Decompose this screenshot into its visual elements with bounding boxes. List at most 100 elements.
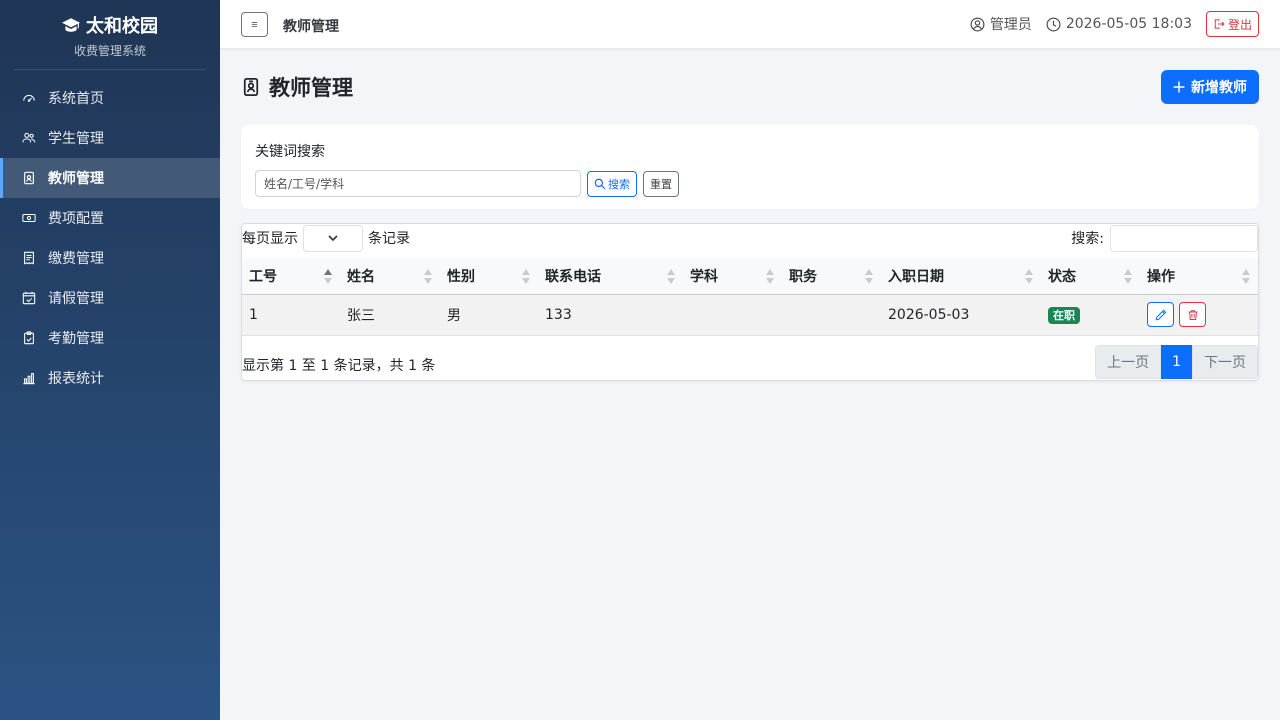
person-badge-icon <box>22 171 36 185</box>
table-filter-input[interactable] <box>1110 224 1258 252</box>
filter-label: 搜索: <box>1071 231 1104 247</box>
sidebar-item-label: 系统首页 <box>48 91 104 107</box>
column-header-subject[interactable]: 学科 <box>683 258 782 295</box>
top-bar: ≡ 教师管理 管理员 2026-05-05 18:03 登出 <box>220 0 1280 49</box>
sidebar-item-leave[interactable]: 请假管理 <box>0 278 220 318</box>
page-number-button[interactable]: 1 <box>1161 344 1192 379</box>
sidebar-item-teachers[interactable]: 教师管理 <box>0 158 220 198</box>
bar-chart-icon <box>22 371 36 385</box>
sidebar-item-attendance[interactable]: 考勤管理 <box>0 318 220 358</box>
length-prefix: 每页显示 <box>242 231 298 247</box>
row-actions <box>1147 302 1251 327</box>
search-row: 搜索 重置 <box>255 170 1245 197</box>
column-header-id[interactable]: 工号 <box>242 258 340 295</box>
speedometer-icon <box>22 91 36 105</box>
main-content: 教师管理 新增教师 关键词搜索 搜索 重置 每页显示 条记录 <box>241 70 1259 381</box>
page-title-text: 教师管理 <box>269 76 353 100</box>
length-suffix: 条记录 <box>368 231 410 247</box>
column-label: 性别 <box>447 268 475 285</box>
column-header-name[interactable]: 姓名 <box>340 258 440 295</box>
receipt-icon <box>22 251 36 265</box>
cell-id: 1 <box>242 294 340 336</box>
graduation-cap-icon <box>62 18 80 32</box>
sidebar-item-label: 报表统计 <box>48 371 104 387</box>
menu-toggle-button[interactable]: ≡ <box>241 12 268 37</box>
sort-icon <box>667 269 675 285</box>
sidebar-item-students[interactable]: 学生管理 <box>0 118 220 158</box>
column-header-hire-date[interactable]: 入职日期 <box>881 258 1041 295</box>
hamburger-icon: ≡ <box>251 18 258 31</box>
plus-icon <box>1173 81 1185 93</box>
people-icon <box>22 131 36 145</box>
prev-page-button[interactable]: 上一页 <box>1095 344 1162 379</box>
cell-status: 在职 <box>1041 294 1140 336</box>
page-title: 教师管理 <box>241 72 353 102</box>
column-header-phone[interactable]: 联系电话 <box>538 258 683 295</box>
search-label: 关键词搜索 <box>255 144 325 160</box>
clipboard-check-icon <box>22 331 36 345</box>
brand-subtitle: 收费管理系统 <box>73 44 146 58</box>
column-label: 状态 <box>1048 268 1076 285</box>
sort-icon <box>1124 269 1132 285</box>
sidebar-item-label: 费项配置 <box>48 211 104 227</box>
delete-button[interactable] <box>1179 302 1206 327</box>
column-label: 操作 <box>1147 268 1175 285</box>
edit-button[interactable] <box>1147 302 1174 327</box>
sidebar-item-payments[interactable]: 缴费管理 <box>0 238 220 278</box>
user-name: 管理员 <box>989 17 1032 33</box>
user-circle-icon <box>970 17 985 31</box>
next-page-button[interactable]: 下一页 <box>1192 344 1258 379</box>
brand-name: 太和校园 <box>86 16 158 37</box>
column-label: 工号 <box>249 268 277 285</box>
sidebar-item-label: 教师管理 <box>48 171 104 187</box>
sidebar-item-label: 缴费管理 <box>48 251 104 267</box>
chevron-down-icon <box>328 235 338 242</box>
column-label: 学科 <box>690 268 718 285</box>
sidebar-item-dashboard[interactable]: 系统首页 <box>0 78 220 118</box>
column-header-actions[interactable]: 操作 <box>1140 258 1258 295</box>
brand: 太和校园 收费管理系统 <box>14 0 206 70</box>
sidebar: 太和校园 收费管理系统 系统首页 学生管理 教师管理 费项配置 缴费管理 请假管… <box>0 0 220 720</box>
column-header-gender[interactable]: 性别 <box>440 258 538 295</box>
column-label: 姓名 <box>347 268 375 285</box>
search-panel: 关键词搜索 搜索 重置 <box>241 125 1259 209</box>
cash-icon <box>22 211 36 225</box>
add-teacher-label: 新增教师 <box>1191 79 1247 95</box>
reset-button[interactable]: 重置 <box>643 170 679 197</box>
keyword-input[interactable] <box>255 170 581 197</box>
calendar-check-icon <box>22 291 36 305</box>
search-icon <box>594 178 606 189</box>
table-header-row: 工号 姓名 性别 联系电话 学科 职务 入职日期 状态 操作 <box>242 258 1258 295</box>
sort-asc-icon <box>324 269 332 285</box>
table-row: 1 张三 男 133 2026-05-03 在职 <box>242 294 1258 336</box>
status-badge: 在职 <box>1048 306 1080 324</box>
column-header-position[interactable]: 职务 <box>782 258 881 295</box>
sort-icon <box>766 269 774 285</box>
table-footer: 显示第 1 至 1 条记录，共 1 条 上一页 1 下一页 <box>242 336 1258 380</box>
sidebar-item-fee-config[interactable]: 费项配置 <box>0 198 220 238</box>
sort-icon <box>1025 269 1033 285</box>
topbar-title: 教师管理 <box>283 19 339 35</box>
sidebar-nav: 系统首页 学生管理 教师管理 费项配置 缴费管理 请假管理 考勤管理 报表统计 <box>0 78 220 398</box>
logout-label: 登出 <box>1227 17 1252 32</box>
column-header-status[interactable]: 状态 <box>1041 258 1140 295</box>
topbar-right: 管理员 2026-05-05 18:03 登出 <box>970 11 1259 37</box>
logout-icon <box>1214 19 1225 29</box>
person-badge-icon <box>243 78 259 96</box>
cell-phone: 133 <box>538 294 683 336</box>
table-info: 显示第 1 至 1 条记录，共 1 条 <box>242 357 436 374</box>
teacher-table-panel: 每页显示 条记录 搜索: 工号 姓名 性别 联系电话 学科 职务 入职日期 状态… <box>241 223 1259 381</box>
cell-hire-date: 2026-05-03 <box>881 294 1041 336</box>
sidebar-item-label: 请假管理 <box>48 291 104 307</box>
clock-icon <box>1046 17 1061 31</box>
search-button[interactable]: 搜索 <box>587 170 637 197</box>
page-length-select[interactable] <box>303 224 363 252</box>
pencil-icon <box>1155 309 1166 320</box>
page-length-control: 每页显示 条记录 <box>242 224 410 252</box>
brand-title: 太和校园 <box>14 12 206 38</box>
sort-icon <box>1242 269 1250 285</box>
cell-gender: 男 <box>440 294 538 336</box>
add-teacher-button[interactable]: 新增教师 <box>1161 70 1259 104</box>
sidebar-item-reports[interactable]: 报表统计 <box>0 358 220 398</box>
logout-button[interactable]: 登出 <box>1205 11 1259 37</box>
